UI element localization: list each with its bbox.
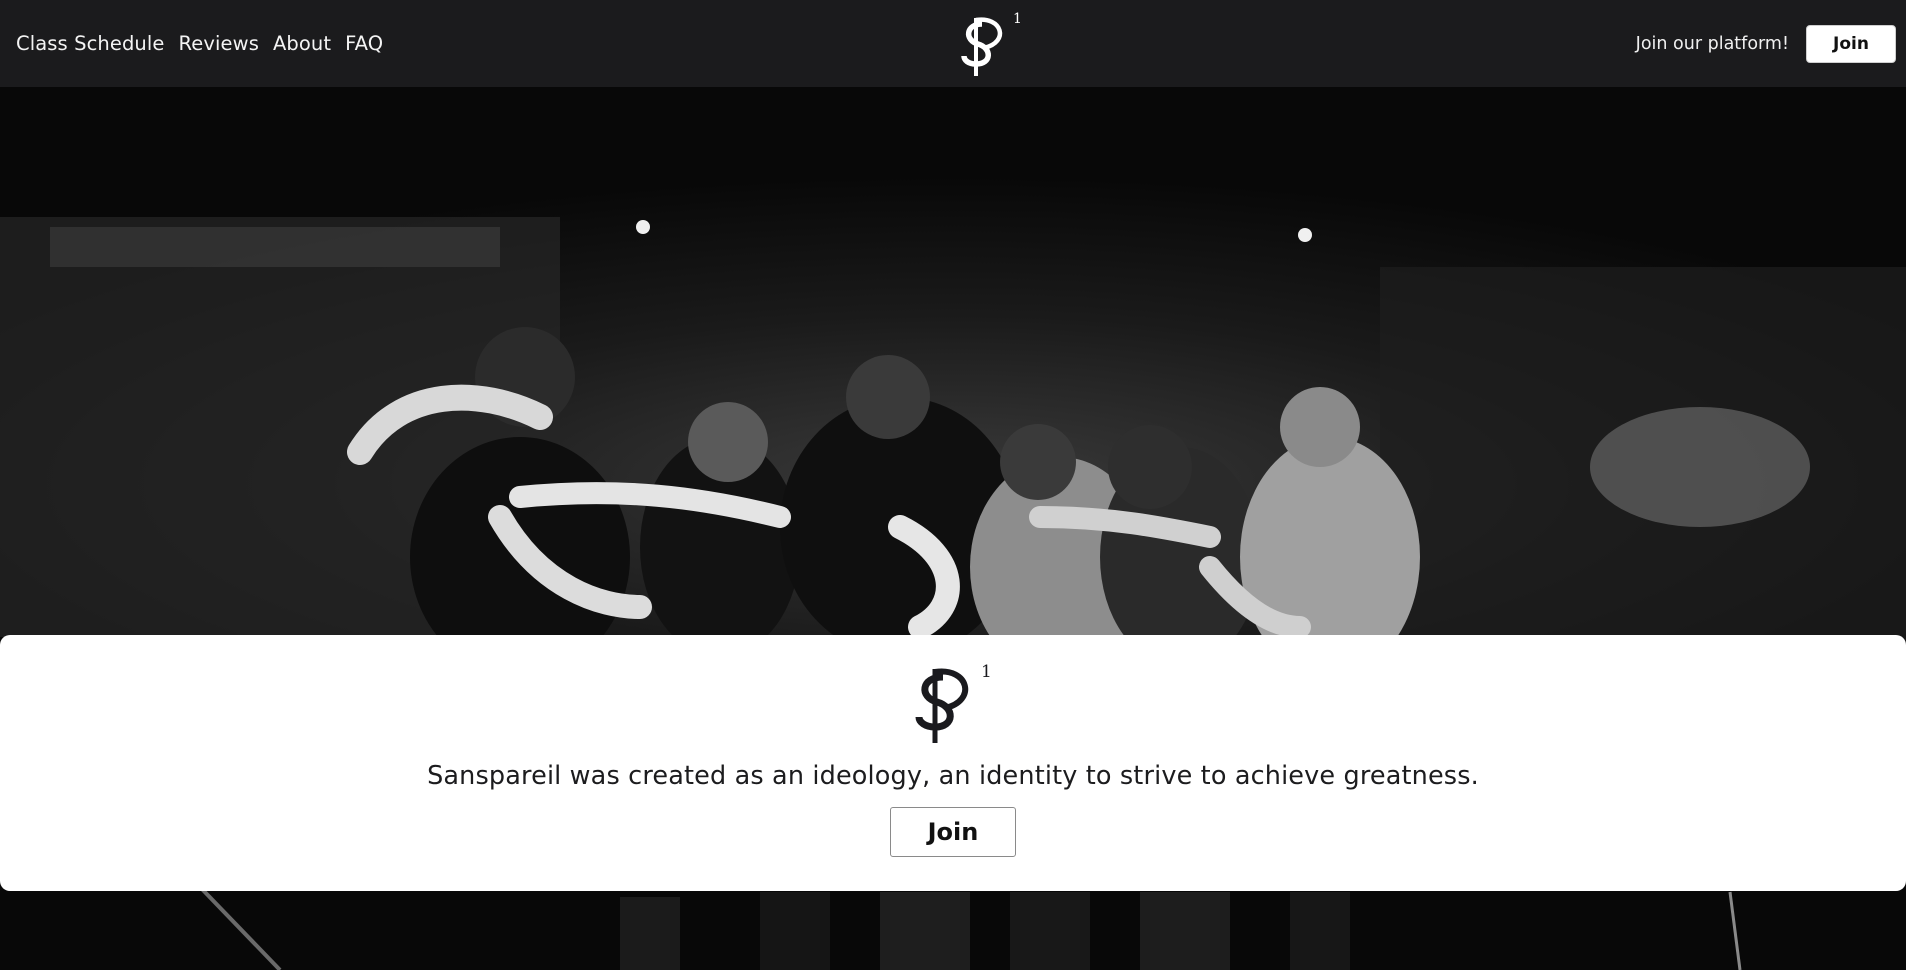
nav-right-group: Join our platform! Join [1636, 0, 1896, 87]
nav-join-button[interactable]: Join [1806, 24, 1896, 63]
tagline-text: Sanspareil was created as an ideology, a… [427, 761, 1479, 791]
sp-logo-icon: 1 [915, 662, 992, 743]
nav-link-reviews[interactable]: Reviews [179, 32, 259, 55]
logo-superscript: 1 [981, 662, 992, 682]
nav-link-faq[interactable]: FAQ [345, 32, 383, 55]
nav-link-class-schedule[interactable]: Class Schedule [16, 32, 165, 55]
nav-links: Class Schedule Reviews About FAQ [16, 32, 383, 55]
hero-join-button[interactable]: Join [890, 807, 1016, 857]
sp-logo-icon[interactable]: 1 [958, 6, 1024, 80]
nav-link-about[interactable]: About [273, 32, 331, 55]
logo-superscript: 1 [1013, 11, 1022, 27]
intro-card: 1 Sanspareil was created as an ideology,… [0, 635, 1906, 891]
top-navbar: Class Schedule Reviews About FAQ 1 Join … [0, 0, 1906, 87]
join-platform-text: Join our platform! [1635, 33, 1789, 54]
